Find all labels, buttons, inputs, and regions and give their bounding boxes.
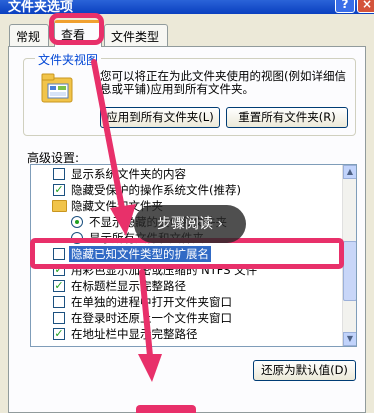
checkbox[interactable]	[53, 296, 65, 308]
restore-defaults-button[interactable]: 还原为默认值(D)	[253, 360, 356, 381]
list-item[interactable]: 在登录时还原上一个文件夹窗口	[31, 310, 341, 326]
list-item[interactable]: 在单独的进程中打开文件夹窗口	[31, 294, 341, 310]
checkbox-checked[interactable]: ✓	[53, 328, 65, 340]
scroll-up-icon[interactable]: ▲	[343, 165, 356, 179]
list-item[interactable]: 显示系统文件夹的内容	[31, 166, 341, 182]
checkbox[interactable]	[53, 312, 65, 324]
help-button[interactable]: ?	[335, 0, 355, 13]
checkbox-checked[interactable]: ✓	[53, 280, 65, 292]
folder-views-icon	[41, 73, 73, 103]
checkbox-checked[interactable]: ✓	[53, 184, 65, 196]
bottom-highlight-annotation	[136, 405, 196, 413]
tab-file-types[interactable]: 文件类型	[104, 24, 168, 46]
list-item[interactable]: ✓ 在地址栏中显示完整路径	[31, 326, 341, 342]
tab-general[interactable]: 常规	[9, 24, 49, 46]
checkbox[interactable]	[53, 168, 65, 180]
close-button[interactable]: ×	[357, 0, 374, 13]
folder-icon	[52, 200, 67, 212]
list-item[interactable]: ✓ 在标题栏显示完整路径	[31, 278, 341, 294]
step-reading-tooltip[interactable]: 步骤阅读 ›	[134, 205, 246, 243]
list-item[interactable]: ✓ 隐藏受保护的操作系统文件(推荐)	[31, 182, 341, 198]
scroll-thumb[interactable]	[343, 241, 356, 301]
arrow-down-icon	[138, 269, 162, 382]
reset-all-folders-button[interactable]: 重置所有文件夹(R)	[226, 107, 348, 128]
tab-highlight-annotation	[49, 13, 104, 45]
vertical-scrollbar[interactable]: ▲ ▼	[342, 165, 356, 346]
radio-selected[interactable]	[71, 216, 83, 228]
title-bar: 文件夹选项 ? ×	[0, 0, 374, 15]
scroll-down-icon[interactable]: ▼	[343, 332, 356, 346]
